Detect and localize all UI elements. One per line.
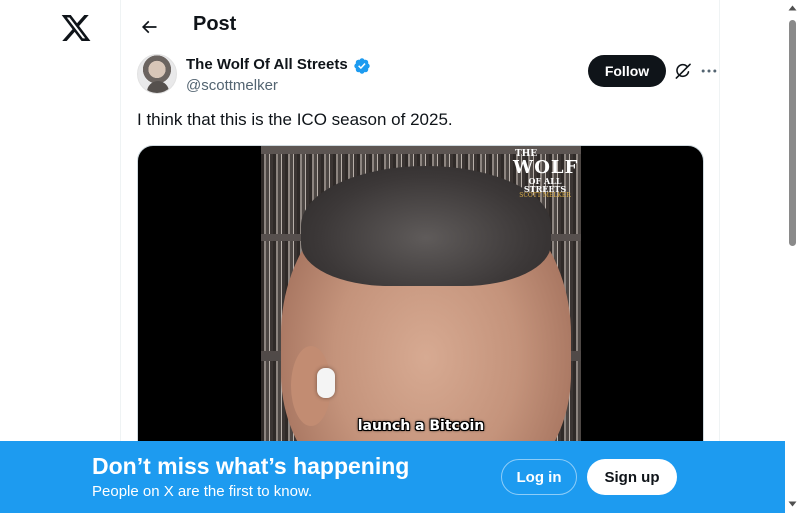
watermark-line: WOLF <box>513 157 579 178</box>
scroll-up-arrow-icon[interactable] <box>787 3 798 13</box>
banner-title: Don’t miss what’s happening <box>92 453 410 479</box>
video-caption: launch a Bitcoin <box>357 418 485 434</box>
video-frame: THE WOLF OF ALL STREETS SCOTT MELKER lau… <box>261 146 581 474</box>
earbud <box>317 368 335 398</box>
author-name[interactable]: The Wolf Of All Streets <box>186 56 348 73</box>
scrollbar[interactable] <box>785 0 800 513</box>
follow-button[interactable]: Follow <box>588 55 666 87</box>
more-horizontal-icon[interactable] <box>699 61 719 81</box>
x-logo-icon[interactable] <box>60 12 92 44</box>
banner-subtitle: People on X are the first to know. <box>92 483 313 500</box>
verified-badge-icon <box>354 58 370 74</box>
login-button[interactable]: Log in <box>501 459 577 495</box>
author-handle[interactable]: @scottmelker <box>186 77 278 94</box>
left-nav <box>0 0 120 513</box>
page-title: Post <box>193 13 237 35</box>
signup-button[interactable]: Sign up <box>587 459 677 495</box>
avatar[interactable] <box>137 54 177 94</box>
grok-icon[interactable] <box>673 61 693 81</box>
post-text: I think that this is the ICO season of 2… <box>137 110 453 129</box>
scroll-down-arrow-icon[interactable] <box>787 499 798 509</box>
post-header: Post <box>121 0 719 53</box>
post-author: The Wolf Of All Streets @scottmelker Fol… <box>137 54 717 98</box>
signup-banner: Don’t miss what’s happening People on X … <box>0 441 785 513</box>
watermark-line: OF ALL STREETS <box>523 176 567 194</box>
scroll-thumb[interactable] <box>789 20 796 246</box>
back-button[interactable] <box>132 10 166 44</box>
arrow-left-icon <box>141 20 157 34</box>
post-column: Post The Wolf Of All Streets @scottmelke… <box>120 0 720 513</box>
post-video[interactable]: THE WOLF OF ALL STREETS SCOTT MELKER lau… <box>137 145 704 475</box>
video-watermark: THE WOLF OF ALL STREETS SCOTT MELKER <box>513 150 577 199</box>
watermark-line: SCOTT MELKER <box>519 192 571 199</box>
